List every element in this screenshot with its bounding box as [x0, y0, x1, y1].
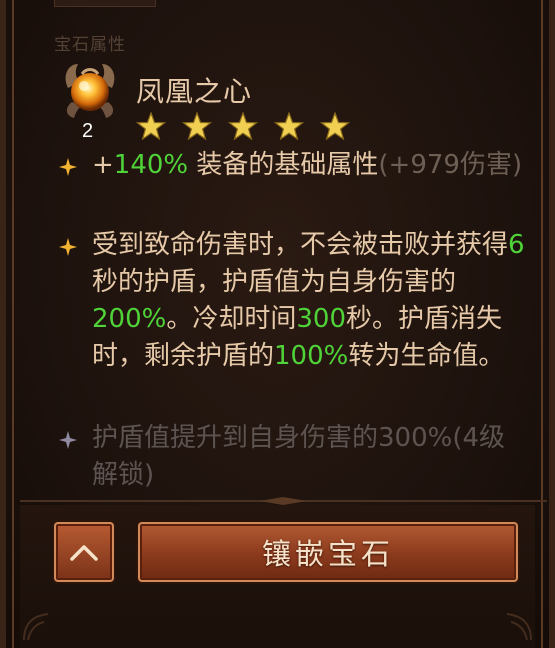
- attribute-3-locked: 护盾值提升到自身伤害的300%(4级解锁): [58, 420, 528, 494]
- attribute-text-run: 6: [508, 230, 525, 260]
- attribute-text-run: 。冷却时间: [166, 304, 297, 334]
- star-icon: [228, 112, 258, 140]
- star-icon: [274, 112, 304, 140]
- diamond-bullet-icon: [59, 238, 77, 256]
- attribute-text-run: 装备的基础属性: [188, 150, 379, 180]
- gem-star-rating: [136, 112, 350, 140]
- attribute-text-run: 秒的护盾，护盾值为自身伤害的: [92, 267, 457, 297]
- diamond-bullet-icon: [59, 158, 77, 176]
- attribute-text-run: (+979伤害): [378, 150, 523, 180]
- attribute-text-run: 140%: [113, 150, 189, 180]
- phoenix-heart-gem-icon[interactable]: [58, 58, 122, 122]
- gem-level: 2: [82, 120, 94, 142]
- ornate-divider: [20, 497, 547, 505]
- corner-ornament: [506, 613, 532, 641]
- attribute-text-run: +: [92, 150, 114, 180]
- collapse-button[interactable]: [54, 522, 114, 582]
- star-icon: [320, 112, 350, 140]
- gem-name: 凤凰之心: [136, 75, 253, 108]
- corner-ornament: [23, 613, 49, 641]
- attribute-text-run: 200%: [92, 304, 167, 334]
- inlay-gem-button[interactable]: 镶嵌宝石: [138, 522, 518, 582]
- section-label: 宝石属性: [54, 35, 126, 55]
- panel-top-tab: [54, 0, 156, 7]
- attribute-text-run: 转为生命值。: [348, 341, 505, 371]
- attribute-text-run: 100%: [274, 341, 349, 371]
- attribute-text-run: 受到致命伤害时，不会被击败并获得: [92, 230, 509, 260]
- attribute-1: +140% 装备的基础属性(+979伤害): [58, 147, 528, 184]
- attribute-text-run: 300: [296, 304, 346, 334]
- attribute-2: 受到致命伤害时，不会被击败并获得6 秒的护盾，护盾值为自身伤害的 200%。冷却时间…: [58, 227, 528, 375]
- gem-attributes-panel: 宝石属性 2 凤凰之心 +140% 装备的基础属性(+979伤害) 受到致命伤害…: [0, 0, 555, 648]
- chevron-up-icon: [70, 545, 98, 561]
- star-icon: [182, 112, 212, 140]
- attribute-text-run: 护盾值提升到自身伤害的300%(4级解锁): [92, 423, 506, 490]
- star-icon: [136, 112, 166, 140]
- diamond-bullet-locked-icon: [59, 431, 77, 449]
